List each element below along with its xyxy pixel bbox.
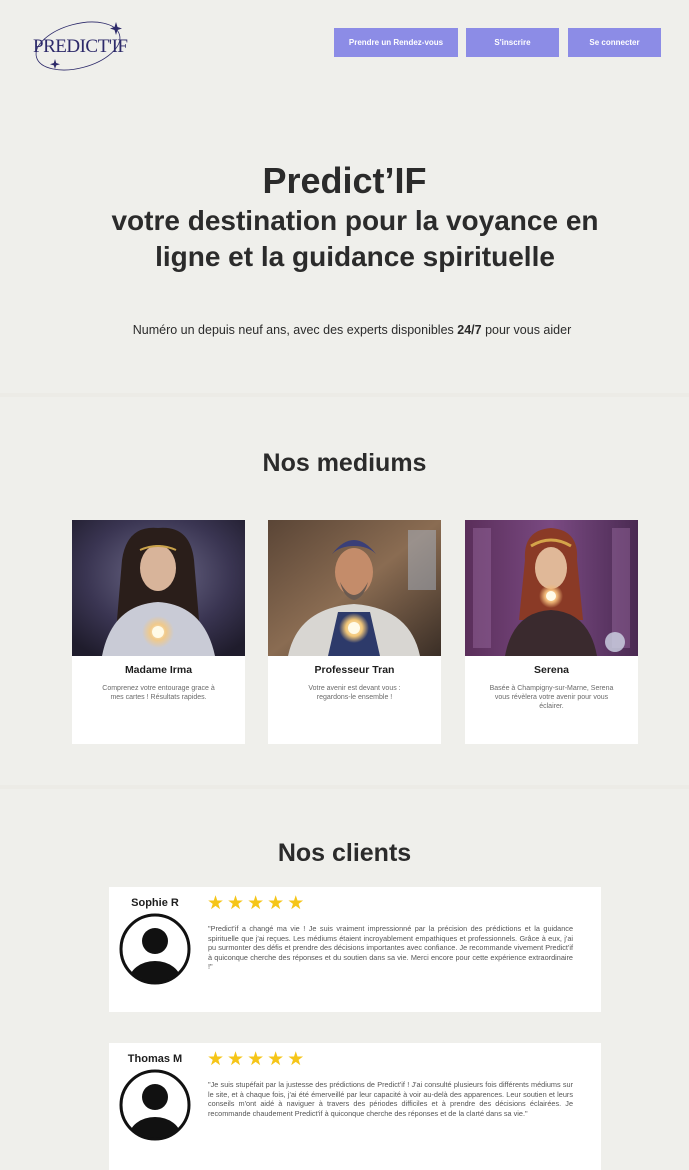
star-icon: ★ <box>227 1049 245 1070</box>
signup-button[interactable]: S'inscrire <box>466 28 559 57</box>
star-icon: ★ <box>267 1049 285 1070</box>
mediums-title: Nos mediums <box>262 449 427 477</box>
star-icon: ★ <box>207 893 225 914</box>
clients-section: Nos clients Sophie R ★ ★ ★ ★ ★ "Predict'… <box>0 789 689 1170</box>
star-icon: ★ <box>267 893 285 914</box>
testimonial-card: Thomas M ★ ★ ★ ★ ★ "Je suis stupéfait pa… <box>109 1043 601 1170</box>
medium-portrait-image <box>465 520 638 656</box>
hero-subtitle: votre destination pour la voyance en lig… <box>111 205 599 272</box>
medium-description: Basée à Champigny-sur-Marne, Serena vous… <box>489 685 614 710</box>
clients-title: Nos clients <box>277 839 412 867</box>
hero-tagline: Numéro un depuis neuf ans, avec des expe… <box>0 323 689 337</box>
book-appointment-button[interactable]: Prendre un Rendez-vous <box>334 28 458 57</box>
star-icon: ★ <box>227 893 245 914</box>
hero-tagline-bold: 24/7 <box>457 323 482 337</box>
testimonial-text: "Predict'if a changé ma vie ! Je suis vr… <box>208 924 573 972</box>
testimonial-text: "Je suis stupéfait par la justesse des p… <box>208 1080 573 1118</box>
star-icon: ★ <box>287 893 305 914</box>
testimonial-card: Sophie R ★ ★ ★ ★ ★ "Predict'if a changé … <box>109 887 601 1012</box>
logo-text: PREDICT'IF <box>33 36 128 57</box>
medium-card-irma[interactable]: Madame Irma Comprenez votre entourage gr… <box>72 520 245 744</box>
medium-card-tran[interactable]: Professeur Tran Votre avenir est devant … <box>268 520 441 744</box>
logo[interactable]: PREDICT'IF <box>30 18 130 76</box>
medium-name: Madame Irma <box>124 664 193 676</box>
medium-portrait-image <box>268 520 441 656</box>
hero-section: PREDICT'IF Prendre un Rendez-vous S'insc… <box>0 0 689 393</box>
login-button[interactable]: Se connecter <box>568 28 661 57</box>
hero-tagline-start: Numéro un depuis neuf ans, avec des expe… <box>132 323 458 337</box>
medium-portrait-image <box>72 520 245 656</box>
client-name: Thomas M <box>127 1053 183 1065</box>
avatar-icon <box>119 1069 191 1141</box>
medium-name: Serena <box>533 664 570 676</box>
star-icon: ★ <box>247 893 265 914</box>
avatar-icon <box>119 913 191 985</box>
rating-stars: ★ ★ ★ ★ ★ <box>207 894 304 914</box>
medium-name: Professeur Tran <box>314 664 395 676</box>
rating-stars: ★ ★ ★ ★ ★ <box>207 1050 304 1070</box>
hero-title: Predict’IF <box>262 160 427 201</box>
hero-tagline-end: pour vous aider <box>481 323 572 337</box>
star-icon: ★ <box>207 1049 225 1070</box>
mediums-section: Nos mediums Madame Irma Comprenez votre … <box>0 397 689 785</box>
star-icon: ★ <box>247 1049 265 1070</box>
medium-description: Votre avenir est devant vous : regardons… <box>308 685 401 701</box>
client-name: Sophie R <box>131 897 179 909</box>
medium-description: Comprenez votre entourage grace à mes ca… <box>102 685 215 701</box>
star-icon: ★ <box>287 1049 305 1070</box>
medium-card-serena[interactable]: Serena Basée à Champigny-sur-Marne, Sere… <box>465 520 638 744</box>
